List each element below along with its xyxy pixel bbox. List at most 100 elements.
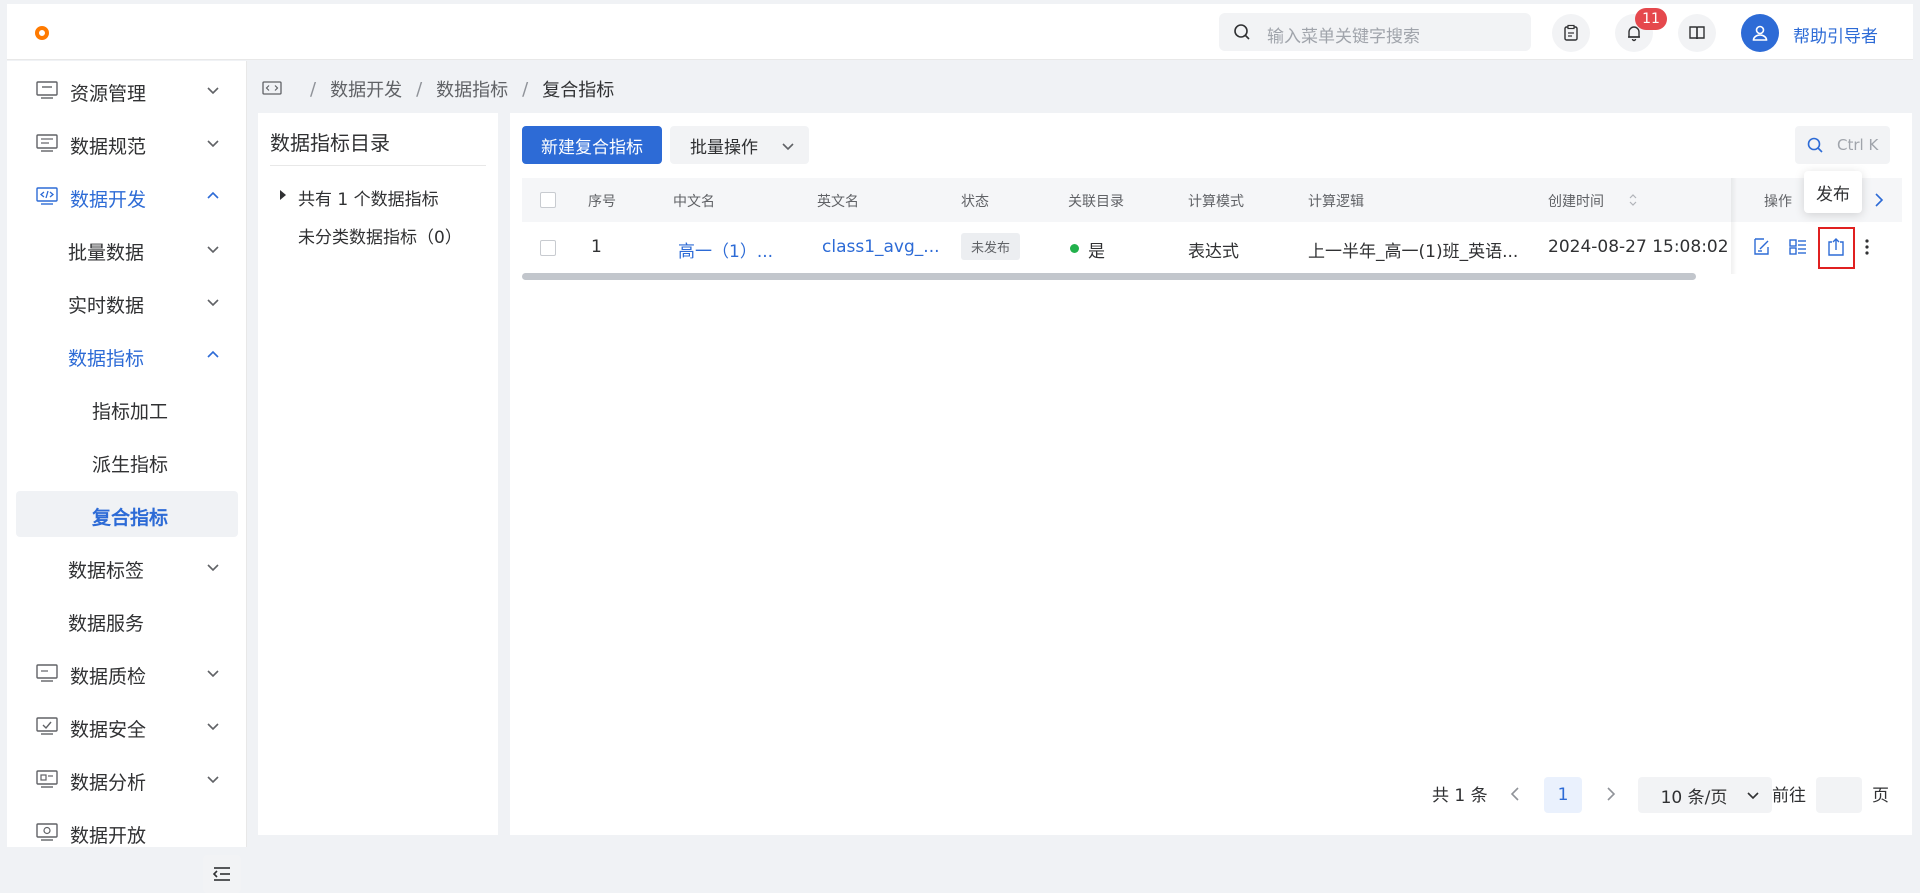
new-composite-metric-button[interactable]: 新建复合指标 bbox=[522, 126, 662, 164]
page-size-select[interactable]: 10 条/页 bbox=[1638, 777, 1772, 813]
breadcrumb-separator: / bbox=[416, 78, 423, 100]
tree-item-uncategorized[interactable]: 未分类数据指标（0） bbox=[298, 223, 462, 248]
sidebar-item-label: 派生指标 bbox=[92, 454, 169, 476]
column-header-status: 状态 bbox=[961, 194, 989, 210]
chevron-down-icon bbox=[207, 776, 219, 784]
cell-en-name[interactable]: class1_avg_... bbox=[822, 237, 940, 257]
publish-highlight bbox=[1818, 227, 1855, 269]
code-icon bbox=[262, 81, 282, 95]
pagination-total: 共 1 条 bbox=[1432, 786, 1488, 806]
chevron-up-icon bbox=[207, 191, 219, 199]
chevron-down-icon bbox=[207, 87, 219, 95]
search-placeholder: 输入菜单关键字搜索 bbox=[1267, 27, 1420, 47]
sidebar-item-quality[interactable]: 数据质检 bbox=[16, 650, 238, 696]
search-icon bbox=[1234, 24, 1250, 40]
breadcrumb: / 数据开发 / 数据指标 / 复合指标 bbox=[262, 76, 614, 102]
breadcrumb-item-metrics[interactable]: 数据指标 bbox=[436, 76, 508, 102]
cell-linked: 是 bbox=[1088, 242, 1105, 262]
sidebar-item-derived[interactable]: 派生指标 bbox=[16, 438, 238, 484]
clipboard-icon bbox=[1564, 24, 1578, 41]
sidebar-item-metric-processing[interactable]: 指标加工 bbox=[16, 385, 238, 431]
page-number-current[interactable]: 1 bbox=[1544, 777, 1582, 813]
publish-tooltip: 发布 bbox=[1804, 171, 1862, 213]
catalog-title: 数据指标目录 bbox=[270, 131, 390, 155]
page-size-label: 10 条/页 bbox=[1660, 787, 1728, 808]
next-page-icon[interactable] bbox=[1606, 786, 1616, 802]
sort-icon[interactable] bbox=[1628, 193, 1638, 207]
sidebar-item-resource[interactable]: 资源管理 bbox=[16, 67, 238, 113]
column-header-index: 序号 bbox=[588, 194, 616, 210]
sidebar-item-label: 数据服务 bbox=[68, 613, 145, 635]
status-badge: 未发布 bbox=[961, 233, 1021, 260]
linked-status-dot bbox=[1070, 244, 1079, 253]
tree-item-all[interactable]: 共有 1 个数据指标 bbox=[298, 185, 439, 210]
sidebar-item-service[interactable]: 数据服务 bbox=[16, 597, 238, 643]
metric-catalog-panel: 数据指标目录 共有 1 个数据指标 未分类数据指标（0） bbox=[258, 113, 498, 835]
sidebar-item-security[interactable]: 数据安全 bbox=[16, 703, 238, 749]
select-all-checkbox[interactable] bbox=[540, 192, 556, 208]
page-suffix-label: 页 bbox=[1872, 786, 1889, 806]
sidebar-item-batch[interactable]: 批量数据 bbox=[16, 226, 238, 272]
chevron-down-icon bbox=[207, 670, 219, 678]
standard-icon bbox=[36, 134, 58, 152]
sidebar-item-composite[interactable]: 复合指标 bbox=[16, 491, 238, 537]
row-checkbox[interactable] bbox=[540, 240, 556, 256]
sidebar-item-label: 数据安全 bbox=[70, 719, 147, 741]
breadcrumb-separator: / bbox=[310, 78, 317, 100]
batch-operation-button[interactable]: 批量操作 bbox=[670, 126, 809, 164]
task-button[interactable] bbox=[1552, 14, 1590, 52]
chevron-down-icon bbox=[1747, 792, 1759, 800]
horizontal-scrollbar[interactable] bbox=[522, 273, 1696, 280]
edit-icon[interactable] bbox=[1752, 237, 1772, 257]
caret-right-icon[interactable] bbox=[278, 189, 288, 201]
user-icon bbox=[1752, 25, 1768, 41]
sidebar-item-tags[interactable]: 数据标签 bbox=[16, 544, 238, 590]
menu-search-input[interactable]: 输入菜单关键字搜索 bbox=[1219, 13, 1531, 51]
analysis-icon bbox=[36, 770, 58, 788]
sidebar-collapse-button[interactable] bbox=[203, 855, 241, 893]
sidebar-item-label: 数据开发 bbox=[70, 189, 147, 211]
open-icon bbox=[36, 823, 58, 841]
cell-index: 1 bbox=[591, 237, 602, 257]
top-header: 输入菜单关键字搜索 11 帮助引导者 bbox=[7, 4, 1913, 60]
goto-label: 前往 bbox=[1772, 786, 1806, 806]
sidebar-item-open[interactable]: 数据开放 bbox=[16, 809, 238, 855]
quality-icon bbox=[36, 664, 58, 682]
sidebar-item-standard[interactable]: 数据规范 bbox=[16, 120, 238, 166]
sidebar-item-realtime[interactable]: 实时数据 bbox=[16, 279, 238, 325]
indent-icon bbox=[213, 867, 230, 881]
cell-mode: 表达式 bbox=[1188, 242, 1239, 262]
column-scroll-right-icon[interactable] bbox=[1874, 192, 1884, 208]
server-icon bbox=[36, 81, 58, 99]
sidebar-item-metrics[interactable]: 数据指标 bbox=[16, 332, 238, 378]
sidebar-item-label: 数据分析 bbox=[70, 772, 147, 794]
chevron-down-icon bbox=[782, 143, 794, 151]
column-header-en-name: 英文名 bbox=[817, 194, 859, 210]
sidebar-item-dev[interactable]: 数据开发 bbox=[16, 173, 238, 219]
column-header-cn-name: 中文名 bbox=[673, 194, 715, 210]
sidebar-item-label: 资源管理 bbox=[70, 83, 147, 105]
detail-icon[interactable] bbox=[1788, 237, 1808, 257]
chevron-down-icon bbox=[207, 140, 219, 148]
notification-badge: 11 bbox=[1635, 8, 1667, 30]
avatar[interactable] bbox=[1741, 14, 1779, 52]
breadcrumb-item-dev[interactable]: 数据开发 bbox=[330, 76, 402, 102]
prev-page-icon[interactable] bbox=[1510, 786, 1520, 802]
breadcrumb-separator: / bbox=[522, 78, 529, 100]
sidebar-item-label: 复合指标 bbox=[92, 507, 169, 529]
chevron-down-icon bbox=[207, 564, 219, 572]
docs-button[interactable] bbox=[1678, 14, 1716, 52]
table-row: 1 高一（1）... class1_avg_... 未发布 是 表达式 上一半年… bbox=[522, 222, 1902, 274]
sidebar: 资源管理 数据规范 数据开发 批量数据 实时数据 数据指标 指标加工 派生指标 … bbox=[7, 61, 247, 893]
column-header-mode: 计算模式 bbox=[1188, 194, 1244, 210]
chevron-down-icon bbox=[207, 299, 219, 307]
goto-page-input[interactable] bbox=[1816, 777, 1862, 813]
username[interactable]: 帮助引导者 bbox=[1793, 22, 1878, 47]
logo[interactable] bbox=[35, 26, 49, 40]
more-icon[interactable] bbox=[1862, 237, 1872, 257]
search-icon bbox=[1807, 137, 1823, 153]
cell-cn-name[interactable]: 高一（1）... bbox=[678, 237, 773, 262]
table-search-input[interactable]: Ctrl K bbox=[1795, 126, 1890, 164]
column-header-logic: 计算逻辑 bbox=[1308, 194, 1364, 210]
sidebar-item-analysis[interactable]: 数据分析 bbox=[16, 756, 238, 802]
